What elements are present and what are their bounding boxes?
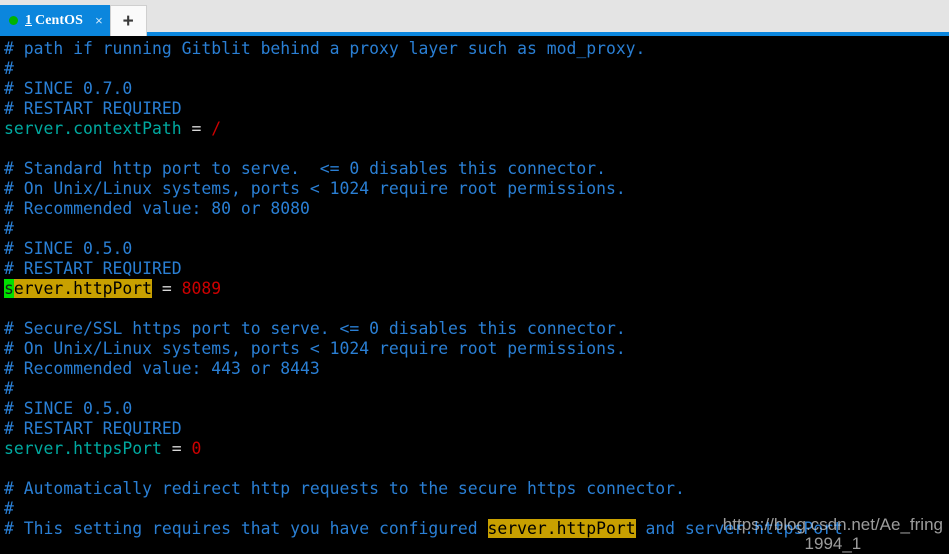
config-value: 8089: [181, 279, 222, 298]
blank-text: [4, 459, 14, 478]
config-value: /: [211, 119, 222, 138]
comment-text: and server.httpsPort: [635, 519, 843, 538]
terminal-line: # Recommended value: 443 or 8443: [4, 359, 949, 379]
new-tab-button[interactable]: +: [109, 5, 147, 36]
tab-bar: 1 CentOS × +: [0, 0, 949, 36]
equals-sign: =: [152, 279, 182, 298]
comment-text: #: [4, 379, 14, 398]
comment-text: #: [4, 499, 14, 518]
terminal-line: # RESTART REQUIRED: [4, 419, 949, 439]
comment-text: # Automatically redirect http requests t…: [4, 479, 685, 498]
comment-text: # path if running Gitblit behind a proxy…: [4, 39, 646, 58]
terminal-line: # On Unix/Linux systems, ports < 1024 re…: [4, 179, 949, 199]
comment-text: # On Unix/Linux systems, ports < 1024 re…: [4, 339, 626, 358]
blank-text: [4, 139, 14, 158]
terminal-line: server.httpPort = 8089: [4, 279, 949, 299]
terminal-text-area[interactable]: # path if running Gitblit behind a proxy…: [0, 36, 949, 554]
terminal-line: # RESTART REQUIRED: [4, 259, 949, 279]
comment-text: # SINCE 0.7.0: [4, 79, 133, 98]
terminal-line: #: [4, 499, 949, 519]
terminal-line: # Standard http port to serve. <= 0 disa…: [4, 159, 949, 179]
terminal-line: # Recommended value: 80 or 8080: [4, 199, 949, 219]
terminal-line: server.httpsPort = 0: [4, 439, 949, 459]
comment-text: #: [4, 219, 14, 238]
terminal-line: #: [4, 219, 949, 239]
comment-text: # SINCE 0.5.0: [4, 399, 133, 418]
terminal-line: # SINCE 0.5.0: [4, 399, 949, 419]
equals-sign: =: [161, 439, 192, 458]
terminal-line: [4, 459, 949, 479]
terminal-line: [4, 299, 949, 319]
comment-text: # RESTART REQUIRED: [4, 99, 182, 118]
terminal-line: # path if running Gitblit behind a proxy…: [4, 39, 949, 59]
comment-text: # This setting requires that you have co…: [4, 519, 488, 538]
config-key: server.httpsPort: [4, 439, 162, 458]
comment-text: # Recommended value: 443 or 8443: [4, 359, 320, 378]
tab-status-dot-icon: [9, 16, 18, 25]
comment-text: # RESTART REQUIRED: [4, 259, 182, 278]
config-key: server.contextPath: [4, 119, 182, 138]
comment-text: # Secure/SSL https port to serve. <= 0 d…: [4, 319, 626, 338]
cursor-block: s: [4, 279, 14, 298]
comment-text: # On Unix/Linux systems, ports < 1024 re…: [4, 179, 626, 198]
terminal-window: 1 CentOS × + # path if running Gitblit b…: [0, 0, 949, 554]
terminal-line: # On Unix/Linux systems, ports < 1024 re…: [4, 339, 949, 359]
close-icon[interactable]: ×: [95, 14, 103, 27]
terminal-line: [4, 139, 949, 159]
blank-text: [4, 299, 14, 318]
equals-sign: =: [181, 119, 212, 138]
comment-text: # RESTART REQUIRED: [4, 419, 182, 438]
tab-index-label: 1: [25, 12, 32, 28]
terminal-line: # SINCE 0.5.0: [4, 239, 949, 259]
terminal-line: server.contextPath = /: [4, 119, 949, 139]
tab-title-label: CentOS: [35, 12, 84, 28]
comment-text: # SINCE 0.5.0: [4, 239, 133, 258]
tab-centos[interactable]: 1 CentOS ×: [0, 5, 110, 36]
config-value: 0: [191, 439, 202, 458]
comment-text: # Recommended value: 80 or 8080: [4, 199, 310, 218]
terminal-line: #: [4, 59, 949, 79]
terminal-line: # SINCE 0.7.0: [4, 79, 949, 99]
terminal-line: #: [4, 379, 949, 399]
comment-text: #: [4, 59, 14, 78]
terminal-line: # RESTART REQUIRED: [4, 99, 949, 119]
search-match: erver.httpPort: [13, 279, 153, 298]
terminal-line: # This setting requires that you have co…: [4, 519, 949, 539]
comment-text: # Standard http port to serve. <= 0 disa…: [4, 159, 606, 178]
terminal-line: # Automatically redirect http requests t…: [4, 479, 949, 499]
terminal-line: # Secure/SSL https port to serve. <= 0 d…: [4, 319, 949, 339]
search-match: server.httpPort: [487, 519, 636, 538]
